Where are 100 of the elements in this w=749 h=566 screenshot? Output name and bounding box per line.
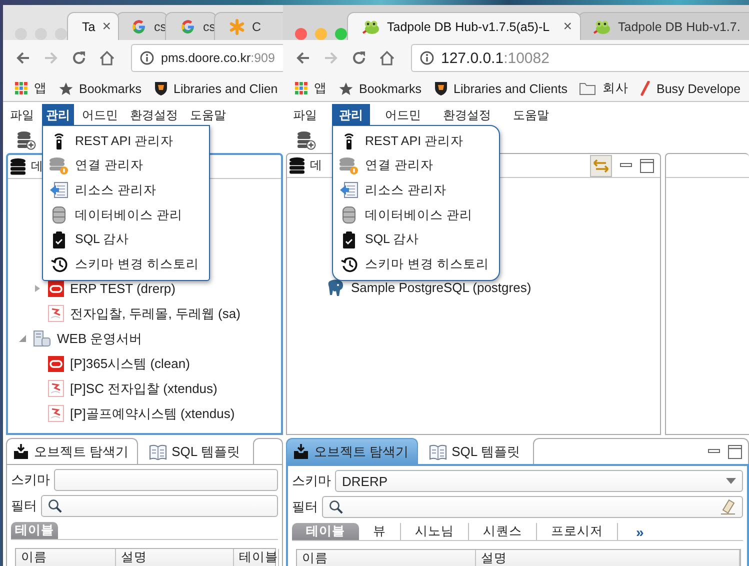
collapse-arrow-icon[interactable] [19, 335, 26, 342]
column-header[interactable]: 테이블 [234, 549, 279, 566]
menu-item[interactable]: 리소스 관리자 [49, 178, 199, 203]
bookmark[interactable]: 회사 [579, 80, 628, 97]
menu-bar-item[interactable]: 환경설정 [126, 104, 182, 126]
column-header[interactable]: 이름 [16, 549, 116, 566]
swap-arrows-icon[interactable] [590, 154, 612, 176]
object-type-tab[interactable]: 뷰 [359, 523, 401, 540]
menu-item[interactable]: SQL 감사 [49, 227, 199, 252]
browser-tab[interactable]: Tadpole DB Hub-v1.7.5(a5)-L × [347, 12, 581, 40]
tree-item[interactable]: [P]365시스템 (clean) [8, 351, 281, 376]
back-icon[interactable] [15, 50, 31, 66]
filter-field[interactable] [41, 495, 278, 517]
info-icon [420, 51, 434, 65]
view-tab[interactable]: 오브젝트 탐색기 [6, 438, 138, 464]
more-tabs-button[interactable]: » [618, 523, 662, 540]
menu-bar-item[interactable]: 파일 [6, 104, 38, 126]
database-add-icon[interactable] [296, 130, 316, 150]
menu-bar-item[interactable]: 도움말 [506, 104, 556, 126]
reload-icon[interactable] [71, 50, 87, 66]
reload-icon[interactable] [351, 50, 367, 66]
document-icon [48, 405, 64, 422]
database-icon [52, 206, 66, 224]
column-header[interactable]: 설명 [476, 550, 740, 566]
menu-item[interactable]: 스키마 변경 히스토리 [339, 252, 489, 277]
view-tab[interactable]: SQL 템플릿 [142, 438, 249, 464]
object-type-tab[interactable]: 시퀀스 [469, 523, 537, 540]
tree-item[interactable]: WEB 운영서버 [8, 326, 281, 351]
maximize-icon[interactable] [640, 158, 654, 172]
menu-item[interactable]: SQL 감사 [339, 227, 489, 252]
menu-item[interactable]: 리소스 관리자 [339, 178, 489, 203]
menu-item[interactable]: 데이터베이스 관리 [49, 202, 199, 228]
address-bar[interactable]: pms.doore.co.kr:909 [131, 44, 283, 72]
eraser-icon[interactable] [720, 499, 736, 515]
shield-icon [434, 81, 448, 96]
bookmark[interactable]: Bookmarks [59, 82, 142, 96]
field-label: 스키마 [292, 472, 331, 490]
creature-icon [362, 18, 380, 34]
browser-tab[interactable]: C [214, 12, 283, 40]
menu-item[interactable]: REST API 관리자 [49, 129, 199, 154]
database-icon [49, 156, 69, 175]
menu-bar-item[interactable]: 파일 [286, 104, 324, 126]
clipboard-icon [52, 230, 66, 249]
star-icon [339, 82, 353, 96]
close-button[interactable]: × [102, 19, 111, 34]
object-type-tab[interactable]: 프로시저 [537, 523, 618, 540]
database-icon [339, 156, 359, 175]
database-add-icon[interactable] [16, 130, 36, 150]
menu-bar-item[interactable]: 관리 [332, 104, 370, 126]
bookmark[interactable]: 앱 [295, 80, 327, 97]
tree-item[interactable]: [P]골프예약시스템 (xtendus) [8, 401, 281, 426]
dropdown-arrow-icon[interactable] [726, 478, 736, 484]
ring-logo-icon [48, 356, 64, 372]
filter-field[interactable] [322, 496, 743, 518]
bookmark[interactable]: Libraries and Clients [434, 81, 568, 96]
menu-item[interactable]: 스키마 변경 히스토리 [49, 252, 199, 277]
menu-bar-item[interactable]: 도움말 [186, 104, 230, 126]
tree-item[interactable]: Sample PostgreSQL (postgres) [287, 275, 660, 300]
window-arrow-icon [49, 181, 69, 200]
menu-bar-item[interactable]: 어드민 [378, 104, 428, 126]
server-icon [33, 330, 51, 347]
maximize-icon[interactable] [728, 444, 742, 458]
object-type-tab[interactable]: 시노님 [401, 523, 469, 540]
schema-dropdown[interactable]: DRERP [335, 470, 743, 492]
menu-item[interactable]: 데이터베이스 관리 [339, 202, 489, 228]
home-icon[interactable] [379, 50, 395, 66]
bookmark[interactable]: 앱 [15, 80, 47, 97]
address-bar[interactable]: 127.0.0.1:10082 [411, 44, 749, 72]
tree-item[interactable]: 전자입찰, 두레몰, 두레웹 (sa) [8, 301, 281, 326]
column-header[interactable]: 이름 [297, 550, 476, 566]
apps-grid-icon [15, 82, 28, 95]
book-icon [428, 444, 447, 460]
star-icon [59, 82, 73, 96]
menu-bar-item[interactable]: 어드민 [78, 104, 122, 126]
back-icon[interactable] [295, 50, 311, 66]
menu-bar-item[interactable]: 관리 [42, 104, 74, 126]
browser-tab[interactable]: Ta × [67, 12, 119, 40]
tree-item[interactable]: ERP TEST (drerp) [8, 276, 281, 301]
history-icon [340, 256, 358, 273]
home-icon[interactable] [99, 50, 115, 66]
menu-item[interactable]: 연결 관리자 [49, 154, 199, 178]
apps-grid-icon [295, 82, 308, 95]
info-icon [140, 51, 154, 65]
bookmark[interactable]: Busy Develope [640, 81, 741, 96]
tree-item[interactable]: [P]SC 전자입찰 (xtendus) [8, 376, 281, 401]
field-label: 스키마 [11, 471, 50, 489]
menu-bar-item[interactable]: 환경설정 [436, 104, 498, 126]
bookmark[interactable]: Bookmarks [339, 82, 422, 96]
bookmark[interactable]: Libraries and Clien [154, 81, 278, 96]
column-header[interactable]: 설명 [116, 549, 234, 566]
site-icon [180, 18, 196, 34]
menu-item[interactable]: 연결 관리자 [339, 154, 489, 178]
inbox-icon [13, 443, 29, 460]
menu-item[interactable]: REST API 관리자 [339, 129, 489, 154]
view-tab[interactable]: SQL 템플릿 [422, 438, 529, 464]
window-arrow-icon [339, 181, 359, 200]
view-tab[interactable]: 오브젝트 탐색기 [286, 438, 418, 464]
shield-icon [154, 81, 168, 96]
browser-tab[interactable]: Tadpole DB Hub-v1.7. [578, 12, 749, 40]
close-button[interactable]: × [563, 19, 572, 34]
